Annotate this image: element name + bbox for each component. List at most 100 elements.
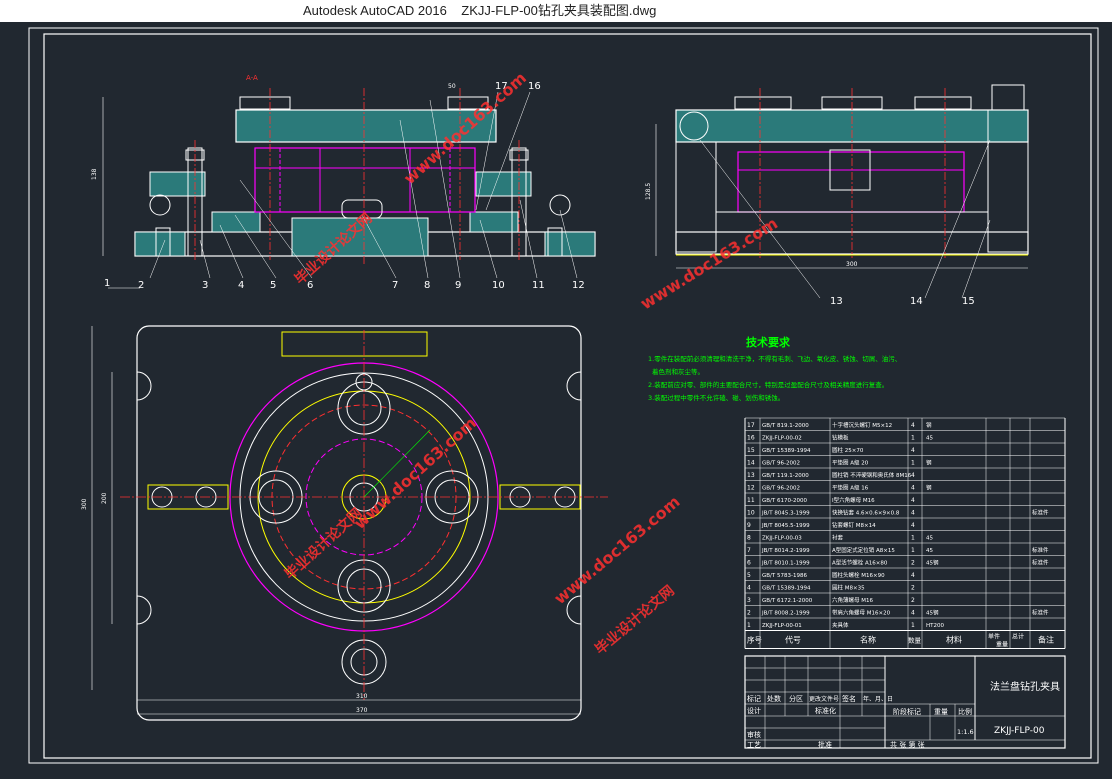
bom-row-no: 4 (747, 585, 751, 592)
bom-row-name: 十字槽沉头螺钉 M5×12 (832, 421, 892, 429)
bom-row-name: 平垫圈 A级 16 (832, 484, 869, 492)
tb-date: 年、月、日 (863, 695, 893, 703)
bom-row-code: JB/T 8008.2-1999 (761, 611, 810, 617)
tb-sheets: 共 张 第 张 (890, 740, 925, 749)
side-view: 128.5 300 (645, 84, 1029, 269)
bom-row-material: 钢 (926, 484, 932, 492)
tech-line-2: 着色剂和灰尘等。 (652, 367, 704, 376)
tb-sign: 签名 (842, 694, 856, 703)
bom-row-code: JB/T 8045.5-1999 (761, 523, 810, 529)
watermark-3: www.doc163.com (637, 214, 781, 314)
callout-16: 16 (528, 81, 541, 92)
drawing-canvas[interactable]: A-A 138 50 1 2 3 4 5 6 7 8 9 10 11 12 16… (0, 22, 1112, 775)
bom-row-no: 2 (747, 610, 751, 617)
tech-line-1: 1.零件在装配前必须清理和清洗干净，不得有毛刺、飞边、氧化皮、锈蚀、切屑、油污、 (648, 354, 901, 363)
bom-row-code: GB/T 6170-2000 (762, 498, 807, 504)
bom-row-name: 圆柱 25×70 (832, 446, 864, 454)
bom-row-name: 钻套螺钉 M8×14 (832, 521, 876, 529)
tb-standard: 标准化 (815, 706, 836, 715)
section-label: A-A (246, 74, 258, 82)
cad-drawing[interactable]: A-A 138 50 1 2 3 4 5 6 7 8 9 10 11 12 16… (0, 22, 1112, 775)
bom-row-qty: 4 (911, 422, 915, 429)
dim-plan-width2: 370 (356, 707, 368, 714)
tb-audit: 审核 (747, 730, 761, 739)
callout-2: 2 (138, 280, 144, 291)
tb-weight: 重量 (934, 708, 948, 716)
tb-mark: 标记 (747, 694, 761, 703)
bom-row-material: 45 (926, 536, 933, 542)
bom-row-code: ZKJJ-FLP-00-03 (762, 536, 802, 542)
bom-row-name: 圆柱 M8×35 (832, 584, 865, 592)
bom-row-no: 13 (747, 472, 755, 479)
bom-row-name: 六角薄螺母 M16 (832, 596, 873, 604)
dim-side-height: 128.5 (645, 183, 652, 200)
bom-row-qty: 4 (911, 572, 915, 579)
tb-scale: 1:1.6 (957, 728, 974, 736)
bom-row-name: 快换钻套 4.6×0.6×9×0.8 (832, 509, 900, 517)
bom-header-single: 单件 (988, 633, 1000, 641)
bom-row-name: 平垫圈 A级 20 (832, 459, 869, 467)
callout-7: 7 (392, 280, 398, 291)
bom-row-name: A型固定式定位销 A8×15 (832, 546, 895, 554)
window-title: Autodesk AutoCAD 2016 ZKJJ-FLP-00钻孔夹具装配图… (303, 0, 656, 22)
tb-stage: 阶段标记 (893, 707, 921, 716)
bom-row-no: 12 (747, 485, 755, 492)
bom-header-material: 材料 (946, 635, 962, 645)
app-name: Autodesk AutoCAD 2016 (303, 3, 447, 18)
bom-row-name: 带肩六角螺母 M16×20 (832, 609, 891, 617)
bom-row-no: 7 (747, 547, 751, 554)
bom-row-no: 9 (747, 522, 751, 529)
bom-row-qty: 4 (911, 472, 915, 479)
bom-row-note: 标准件 (1032, 559, 1049, 567)
bom-row-material: 钢 (926, 459, 932, 467)
bom-header-qty: 数量 (908, 636, 922, 645)
bom-row-name: 衬套 (832, 534, 844, 542)
bom-row-qty: 4 (911, 522, 915, 529)
bom-header-no: 序号 (747, 635, 762, 645)
callout-11: 11 (532, 280, 545, 291)
tb-count: 处数 (767, 694, 781, 703)
tb-design: 设计 (747, 706, 761, 715)
bom-row-code: JB/T 8010.1-1999 (761, 561, 810, 567)
bom-row-no: 14 (747, 460, 755, 467)
tb-part-name: 法兰盘钻孔夹具 (990, 680, 1060, 693)
bom-row-note: 标准件 (1032, 509, 1049, 517)
bom-row-no: 10 (747, 510, 755, 517)
bom-row-qty: 4 (911, 485, 915, 492)
bom-table: 17 GB/T 819.1-2000 十字槽沉头螺钉 M5×12 4 钢16 ZKJJ-F… (744, 417, 1066, 649)
bom-row-code: GB/T 96-2002 (762, 461, 800, 467)
bom-row-qty: 4 (911, 610, 915, 617)
bom-row-name: 钻模板 (832, 434, 849, 442)
bom-row-name: A型活节螺栓 A16×80 (832, 559, 888, 567)
watermark-4: www.doc163.com (350, 413, 480, 533)
watermark-7: 毕业设计论文网 (592, 582, 678, 658)
tech-line-4: 3.装配过程中零件不允许磕、碰、划伤和锈蚀。 (648, 393, 784, 402)
bom-row-material: 45钢 (926, 559, 939, 567)
bom-row-code: ZKJJ-FLP-00-01 (762, 623, 802, 629)
bom-row-no: 8 (747, 535, 751, 542)
tech-line-3: 2.装配前应对零、部件的主要配合尺寸，特别是过盈配合尺寸及相关精度进行复查。 (648, 380, 888, 389)
dim-top-50: 50 (448, 83, 456, 90)
callout-15: 15 (962, 296, 975, 307)
dim-side-width: 300 (846, 261, 858, 268)
dim-plan-inner: 200 (101, 492, 108, 504)
bom-header-note: 备注 (1038, 635, 1054, 645)
bom-row-material: 45钢 (926, 609, 939, 617)
bom-row-name: 圆柱头螺栓 M16×90 (832, 571, 885, 579)
inner-frame (43, 33, 1092, 759)
bom-row-code: ZKJJ-FLP-00-02 (762, 436, 802, 442)
callout-3: 3 (202, 280, 208, 291)
bom-row-no: 16 (747, 435, 755, 442)
callout-9: 9 (455, 280, 461, 291)
bom-row-code: JB/T 8014.2-1999 (761, 548, 810, 554)
bom-row-no: 6 (747, 560, 751, 567)
callout-10: 10 (492, 280, 505, 291)
bom-row-qty: 1 (911, 622, 915, 629)
bom-row-qty: 4 (911, 447, 915, 454)
bom-header-code: 代号 (785, 635, 801, 645)
title-block: 标记 处数 分区 更改文件号 签名 年、月、日 设计 标准化 审核 工艺 批准 … (744, 655, 1066, 749)
bom-row-qty: 4 (911, 510, 915, 517)
bom-row-code: GB/T 5783-1986 (762, 573, 807, 579)
bom-row-qty: 1 (911, 435, 915, 442)
bom-row-code: GB/T 819.1-2000 (762, 423, 809, 429)
